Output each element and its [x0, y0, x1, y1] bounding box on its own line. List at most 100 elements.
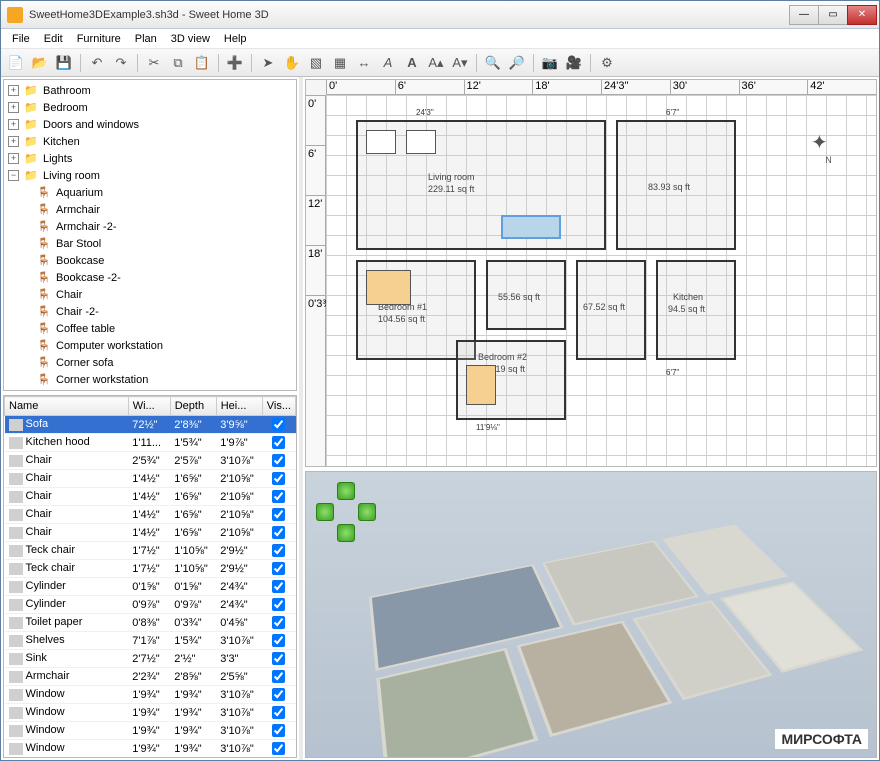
- bed-item[interactable]: [366, 270, 411, 305]
- furniture-catalog-item[interactable]: 🪑Bookcase: [6, 252, 294, 269]
- furniture-catalog-item[interactable]: 🪑Corner sofa: [6, 354, 294, 371]
- add-furniture-icon[interactable]: ➕: [224, 52, 246, 74]
- nav-right-icon[interactable]: [358, 503, 376, 521]
- visible-checkbox[interactable]: [272, 670, 285, 683]
- zoom-out-icon[interactable]: 🔍: [482, 52, 504, 74]
- house-3d-model[interactable]: [369, 523, 877, 758]
- furniture-row[interactable]: Chair2'5¾"2'5⅞"3'10⅞": [5, 452, 296, 470]
- visible-checkbox[interactable]: [272, 598, 285, 611]
- furniture-catalog-item[interactable]: 🪑Aquarium: [6, 184, 294, 201]
- floor-plan[interactable]: Living room 229.11 sq ft 83.93 sq ft Bed…: [356, 120, 836, 430]
- text-bold-icon[interactable]: A: [401, 52, 423, 74]
- collapse-icon[interactable]: −: [8, 170, 19, 181]
- view-3d[interactable]: МИРСОФТА: [305, 471, 877, 758]
- furniture-catalog-item[interactable]: 🪑Armchair: [6, 201, 294, 218]
- photo-icon[interactable]: 📷: [539, 52, 561, 74]
- furniture-catalog-item[interactable]: 🪑Bookcase -2-: [6, 269, 294, 286]
- expand-icon[interactable]: +: [8, 102, 19, 113]
- category-item[interactable]: +📁Lights: [6, 150, 294, 167]
- menu-plan[interactable]: Plan: [128, 31, 164, 47]
- furniture-catalog-item[interactable]: 🪑Chair -2-: [6, 303, 294, 320]
- furniture-catalog-item[interactable]: 🪑Chair: [6, 286, 294, 303]
- furniture-row[interactable]: Chair1'4½"1'6⅝"2'10⅝": [5, 470, 296, 488]
- select-tool-icon[interactable]: ➤: [257, 52, 279, 74]
- undo-icon[interactable]: ↶: [86, 52, 108, 74]
- furniture-catalog-item[interactable]: 🪑Coffee table: [6, 320, 294, 337]
- category-item[interactable]: +📁Doors and windows: [6, 116, 294, 133]
- furniture-item[interactable]: [406, 130, 436, 154]
- category-item[interactable]: −📁Living room: [6, 167, 294, 184]
- col-width[interactable]: Wi...: [128, 397, 170, 416]
- nav-down-icon[interactable]: [337, 524, 355, 542]
- visible-checkbox[interactable]: [272, 418, 285, 431]
- prefs-icon[interactable]: ⚙: [596, 52, 618, 74]
- dimension-tool-icon[interactable]: ↔: [353, 52, 375, 74]
- open-icon[interactable]: 📂: [29, 52, 51, 74]
- furniture-catalog-item[interactable]: 🪑Bar Stool: [6, 235, 294, 252]
- visible-checkbox[interactable]: [272, 562, 285, 575]
- col-visible[interactable]: Vis...: [262, 397, 295, 416]
- expand-icon[interactable]: +: [8, 119, 19, 130]
- sofa-selected[interactable]: [501, 215, 561, 239]
- text-size-up-icon[interactable]: A▴: [425, 52, 447, 74]
- category-item[interactable]: +📁Bathroom: [6, 82, 294, 99]
- furniture-row[interactable]: Window1'9¾"1'9¾"3'10⅞": [5, 686, 296, 704]
- nav-left-icon[interactable]: [316, 503, 334, 521]
- furniture-row[interactable]: Chair1'4½"1'6⅝"2'10⅝": [5, 506, 296, 524]
- visible-checkbox[interactable]: [272, 616, 285, 629]
- visible-checkbox[interactable]: [272, 544, 285, 557]
- paste-icon[interactable]: 📋: [191, 52, 213, 74]
- new-icon[interactable]: 📄: [5, 52, 27, 74]
- visible-checkbox[interactable]: [272, 436, 285, 449]
- visible-checkbox[interactable]: [272, 472, 285, 485]
- furniture-row[interactable]: Window1'9¾"1'9¾"3'10⅞": [5, 704, 296, 722]
- furniture-list[interactable]: Name Wi... Depth Hei... Vis... Sofa72½"2…: [3, 395, 297, 758]
- col-name[interactable]: Name: [5, 397, 129, 416]
- visible-checkbox[interactable]: [272, 706, 285, 719]
- menu-file[interactable]: File: [5, 31, 37, 47]
- furniture-row[interactable]: Toilet paper0'8⅜"0'3¾"0'4⅝": [5, 614, 296, 632]
- cut-icon[interactable]: ✂: [143, 52, 165, 74]
- furniture-row[interactable]: Window1'9¾"1'9¾"3'10⅞": [5, 722, 296, 740]
- nav-up-icon[interactable]: [337, 482, 355, 500]
- furniture-catalog-item[interactable]: 🪑Armchair -2-: [6, 218, 294, 235]
- furniture-row[interactable]: Shelves7'1⅞"1'5¾"3'10⅞": [5, 632, 296, 650]
- wall-tool-icon[interactable]: ▧: [305, 52, 327, 74]
- furniture-catalog[interactable]: +📁Bathroom+📁Bedroom+📁Doors and windows +📁…: [3, 79, 297, 391]
- visible-checkbox[interactable]: [272, 742, 285, 755]
- furniture-row[interactable]: Sofa72½"2'8⅜"3'9⅝": [5, 416, 296, 434]
- menu-edit[interactable]: Edit: [37, 31, 70, 47]
- furniture-catalog-item[interactable]: 🪑Corner workstation: [6, 371, 294, 388]
- save-icon[interactable]: 💾: [53, 52, 75, 74]
- furniture-row[interactable]: Window1'9¾"1'9¾"3'10⅞": [5, 740, 296, 758]
- bunk-bed-item[interactable]: [466, 365, 496, 405]
- text-size-down-icon[interactable]: A▾: [449, 52, 471, 74]
- furniture-catalog-item[interactable]: 🪑Computer workstation: [6, 337, 294, 354]
- visible-checkbox[interactable]: [272, 508, 285, 521]
- furniture-item[interactable]: [366, 130, 396, 154]
- furniture-row[interactable]: Teck chair1'7½"1'10⅝"2'9½": [5, 560, 296, 578]
- video-icon[interactable]: 🎥: [563, 52, 585, 74]
- expand-icon[interactable]: +: [8, 85, 19, 96]
- menu-3dview[interactable]: 3D view: [164, 31, 217, 47]
- visible-checkbox[interactable]: [272, 634, 285, 647]
- visible-checkbox[interactable]: [272, 724, 285, 737]
- category-item[interactable]: +📁Bedroom: [6, 99, 294, 116]
- visible-checkbox[interactable]: [272, 580, 285, 593]
- visible-checkbox[interactable]: [272, 490, 285, 503]
- furniture-row[interactable]: Teck chair1'7½"1'10⅝"2'9½": [5, 542, 296, 560]
- furniture-row[interactable]: Sink2'7½"2'½"3'3": [5, 650, 296, 668]
- copy-icon[interactable]: ⧉: [167, 52, 189, 74]
- col-depth[interactable]: Depth: [170, 397, 216, 416]
- close-button[interactable]: ✕: [847, 5, 877, 25]
- furniture-row[interactable]: Chair1'4½"1'6⅝"2'10⅝": [5, 524, 296, 542]
- redo-icon[interactable]: ↷: [110, 52, 132, 74]
- furniture-row[interactable]: Kitchen hood1'11...1'5¾"1'9⅞": [5, 434, 296, 452]
- furniture-row[interactable]: Chair1'4½"1'6⅝"2'10⅝": [5, 488, 296, 506]
- visible-checkbox[interactable]: [272, 454, 285, 467]
- furniture-catalog-item[interactable]: 🪑Desk: [6, 388, 294, 391]
- pan-tool-icon[interactable]: ✋: [281, 52, 303, 74]
- expand-icon[interactable]: +: [8, 153, 19, 164]
- expand-icon[interactable]: +: [8, 136, 19, 147]
- visible-checkbox[interactable]: [272, 652, 285, 665]
